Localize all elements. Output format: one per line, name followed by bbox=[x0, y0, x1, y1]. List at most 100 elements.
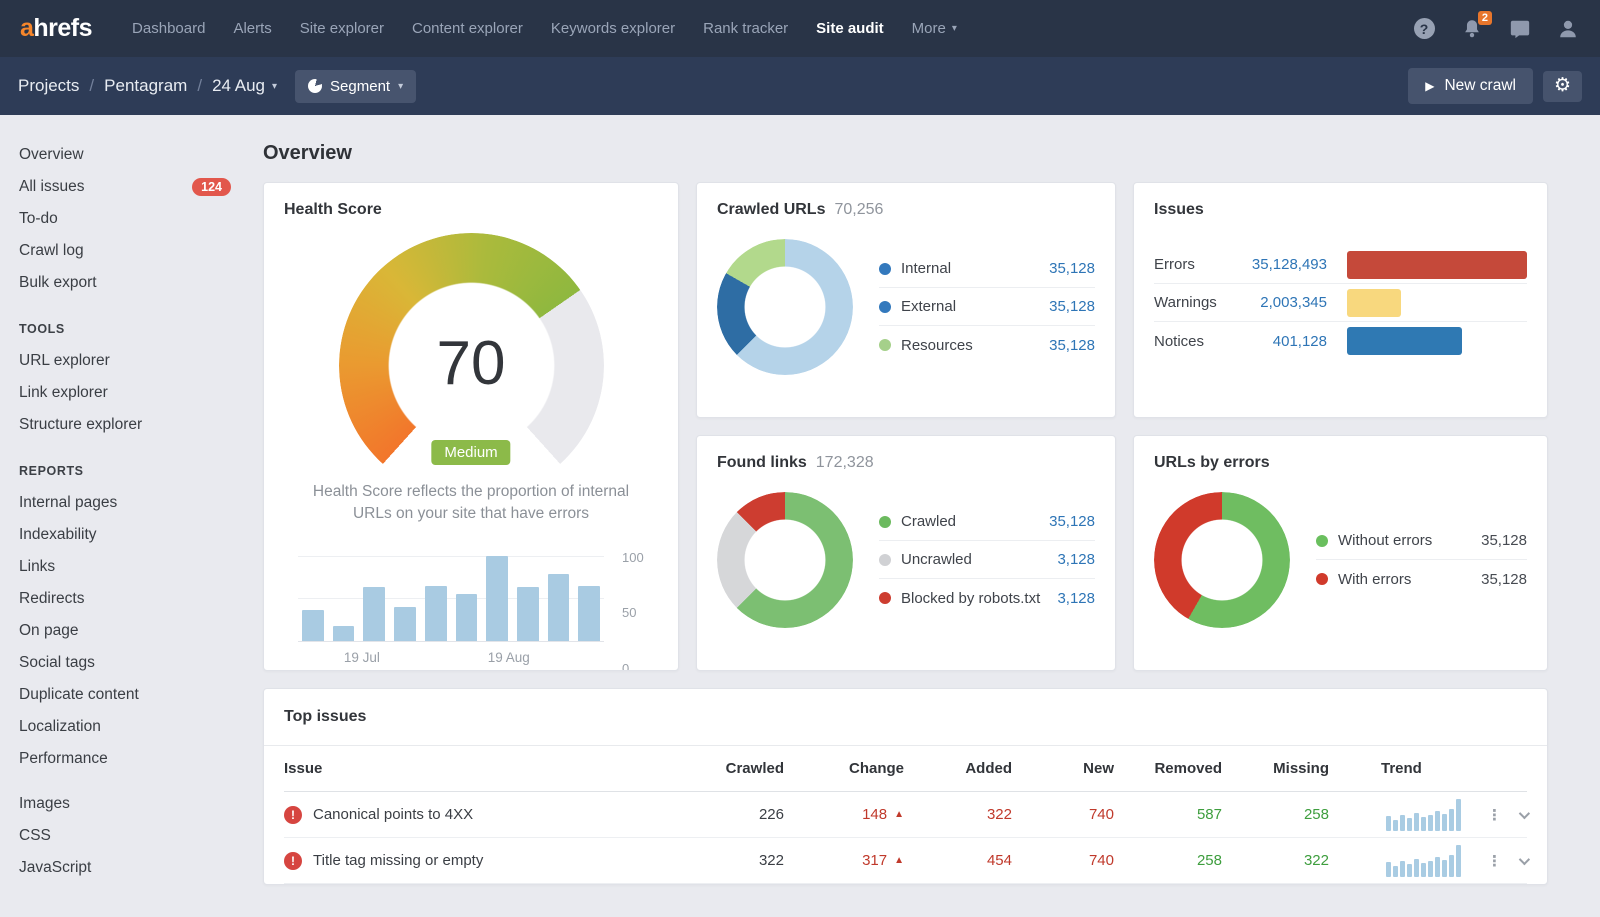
nav-site-audit[interactable]: Site audit bbox=[802, 0, 898, 57]
found-links-total: 172,328 bbox=[816, 454, 874, 472]
table-header-row: Issue Crawled Change Added New Removed M… bbox=[284, 746, 1527, 792]
removed-cell[interactable]: 587 bbox=[1114, 806, 1222, 823]
breadcrumb-separator: / bbox=[197, 76, 202, 96]
x-axis: 19 Jul 19 Aug bbox=[298, 642, 604, 668]
nav-more[interactable]: More▾ bbox=[898, 0, 971, 57]
row-menu-icon[interactable]: ⋮ bbox=[1487, 852, 1503, 870]
chevron-down-icon[interactable] bbox=[1519, 807, 1530, 818]
legend-dot bbox=[1316, 535, 1328, 547]
crawled-cell[interactable]: 322 bbox=[699, 852, 784, 869]
crawled-urls-donut-chart bbox=[717, 239, 853, 375]
sidebar-item-localization[interactable]: Localization bbox=[19, 711, 231, 743]
col-header-new[interactable]: New bbox=[1012, 760, 1114, 777]
sidebar-item-links[interactable]: Links bbox=[19, 551, 231, 583]
legend-dot bbox=[879, 339, 891, 351]
legend-item-without-errors[interactable]: Without errors 35,128 bbox=[1316, 522, 1527, 560]
legend-dot bbox=[879, 263, 891, 275]
crawl-date-dropdown[interactable]: 24 Aug▾ bbox=[212, 76, 277, 96]
sidebar-item-on-page[interactable]: On page bbox=[19, 615, 231, 647]
sidebar-item-duplicate-content[interactable]: Duplicate content bbox=[19, 679, 231, 711]
new-cell[interactable]: 740 bbox=[1012, 852, 1114, 869]
col-header-missing[interactable]: Missing bbox=[1222, 760, 1329, 777]
col-header-added[interactable]: Added bbox=[904, 760, 1012, 777]
sidebar-item-internal-pages[interactable]: Internal pages bbox=[19, 487, 231, 519]
issues-count-badge: 124 bbox=[192, 178, 231, 196]
col-header-crawled[interactable]: Crawled bbox=[699, 760, 784, 777]
sidebar-item-structure-explorer[interactable]: Structure explorer bbox=[19, 409, 231, 441]
issues-row-errors: Errors 35,128,493 bbox=[1154, 246, 1527, 284]
legend-dot bbox=[879, 554, 891, 566]
sidebar-item-to-do[interactable]: To-do bbox=[19, 203, 231, 235]
found-links-legend: Crawled 35,128 Uncrawled 3,128 Blocked b… bbox=[879, 503, 1095, 617]
issue-name-link[interactable]: Title tag missing or empty bbox=[313, 852, 483, 869]
sidebar-item-crawl-log[interactable]: Crawl log bbox=[19, 235, 231, 267]
help-icon[interactable]: ? bbox=[1412, 17, 1436, 41]
sidebar-item-javascript[interactable]: JavaScript bbox=[19, 852, 231, 884]
chevron-down-icon[interactable] bbox=[1519, 853, 1530, 864]
nav-dashboard[interactable]: Dashboard bbox=[118, 0, 219, 57]
card-title: Crawled URLs bbox=[717, 201, 825, 219]
removed-cell[interactable]: 258 bbox=[1114, 852, 1222, 869]
added-cell[interactable]: 322 bbox=[904, 806, 1012, 823]
crawled-cell[interactable]: 226 bbox=[699, 806, 784, 823]
issue-name-link[interactable]: Canonical points to 4XX bbox=[313, 806, 473, 823]
col-header-removed[interactable]: Removed bbox=[1114, 760, 1222, 777]
health-score-value: 70 bbox=[339, 328, 604, 399]
legend-item-external[interactable]: External 35,128 bbox=[879, 288, 1095, 326]
breadcrumb-projects[interactable]: Projects bbox=[18, 76, 79, 96]
card-title: Issues bbox=[1154, 201, 1204, 219]
nav-rank-tracker[interactable]: Rank tracker bbox=[689, 0, 802, 57]
segment-dropdown[interactable]: Segment ▾ bbox=[295, 70, 416, 103]
sidebar-item-link-explorer[interactable]: Link explorer bbox=[19, 377, 231, 409]
sidebar-item-redirects[interactable]: Redirects bbox=[19, 583, 231, 615]
sidebar-item-css[interactable]: CSS bbox=[19, 820, 231, 852]
added-cell[interactable]: 454 bbox=[904, 852, 1012, 869]
breadcrumb-project-name[interactable]: Pentagram bbox=[104, 76, 187, 96]
warnings-count[interactable]: 2,003,345 bbox=[1232, 294, 1347, 311]
sidebar-item-social-tags[interactable]: Social tags bbox=[19, 647, 231, 679]
sidebar-item-images[interactable]: Images bbox=[19, 788, 231, 820]
nav-site-explorer[interactable]: Site explorer bbox=[286, 0, 398, 57]
notification-count-badge: 2 bbox=[1478, 11, 1492, 25]
col-header-issue[interactable]: Issue bbox=[284, 760, 699, 777]
nav-content-explorer[interactable]: Content explorer bbox=[398, 0, 537, 57]
health-trend-bars[interactable] bbox=[302, 546, 600, 641]
row-menu-icon[interactable]: ⋮ bbox=[1487, 806, 1503, 824]
change-cell[interactable]: 148▲ bbox=[784, 806, 904, 823]
messages-icon[interactable] bbox=[1508, 17, 1532, 41]
trend-sparkline bbox=[1386, 799, 1461, 831]
missing-cell[interactable]: 322 bbox=[1222, 852, 1329, 869]
new-crawl-button[interactable]: ▶ New crawl bbox=[1408, 68, 1533, 104]
nav-alerts[interactable]: Alerts bbox=[219, 0, 285, 57]
breadcrumb-separator: / bbox=[89, 76, 94, 96]
health-score-card: Health Score 70 Medium Health Score refl… bbox=[263, 182, 679, 671]
sidebar-item-url-explorer[interactable]: URL explorer bbox=[19, 345, 231, 377]
sidebar-item-all-issues[interactable]: All issues124 bbox=[19, 171, 231, 203]
legend-item-uncrawled[interactable]: Uncrawled 3,128 bbox=[879, 541, 1095, 579]
notices-count[interactable]: 401,128 bbox=[1232, 333, 1347, 350]
missing-cell[interactable]: 258 bbox=[1222, 806, 1329, 823]
legend-item-resources[interactable]: Resources 35,128 bbox=[879, 326, 1095, 364]
sidebar-item-indexability[interactable]: Indexability bbox=[19, 519, 231, 551]
legend-item-blocked[interactable]: Blocked by robots.txt 3,128 bbox=[879, 579, 1095, 617]
health-score-gauge: 70 Medium bbox=[339, 233, 604, 465]
sidebar-item-overview[interactable]: Overview bbox=[19, 139, 231, 171]
user-profile-icon[interactable] bbox=[1556, 17, 1580, 41]
col-header-change[interactable]: Change bbox=[784, 760, 904, 777]
legend-item-internal[interactable]: Internal 35,128 bbox=[879, 250, 1095, 288]
notifications-bell-icon[interactable]: 2 bbox=[1460, 17, 1484, 41]
settings-button[interactable]: ⚙ bbox=[1543, 71, 1582, 102]
card-title: URLs by errors bbox=[1154, 454, 1270, 472]
sidebar-item-bulk-export[interactable]: Bulk export bbox=[19, 267, 231, 299]
legend-item-crawled[interactable]: Crawled 35,128 bbox=[879, 503, 1095, 541]
col-header-trend: Trend bbox=[1329, 760, 1461, 777]
change-cell[interactable]: 317▲ bbox=[784, 852, 904, 869]
nav-keywords-explorer[interactable]: Keywords explorer bbox=[537, 0, 689, 57]
errors-count[interactable]: 35,128,493 bbox=[1232, 256, 1347, 273]
new-cell[interactable]: 740 bbox=[1012, 806, 1114, 823]
legend-item-with-errors[interactable]: With errors 35,128 bbox=[1316, 560, 1527, 598]
caret-down-icon: ▾ bbox=[272, 81, 277, 92]
sidebar-item-performance[interactable]: Performance bbox=[19, 743, 231, 775]
ahrefs-logo[interactable]: ahrefs bbox=[20, 14, 92, 43]
breadcrumb: Projects / Pentagram / 24 Aug▾ bbox=[18, 76, 277, 96]
